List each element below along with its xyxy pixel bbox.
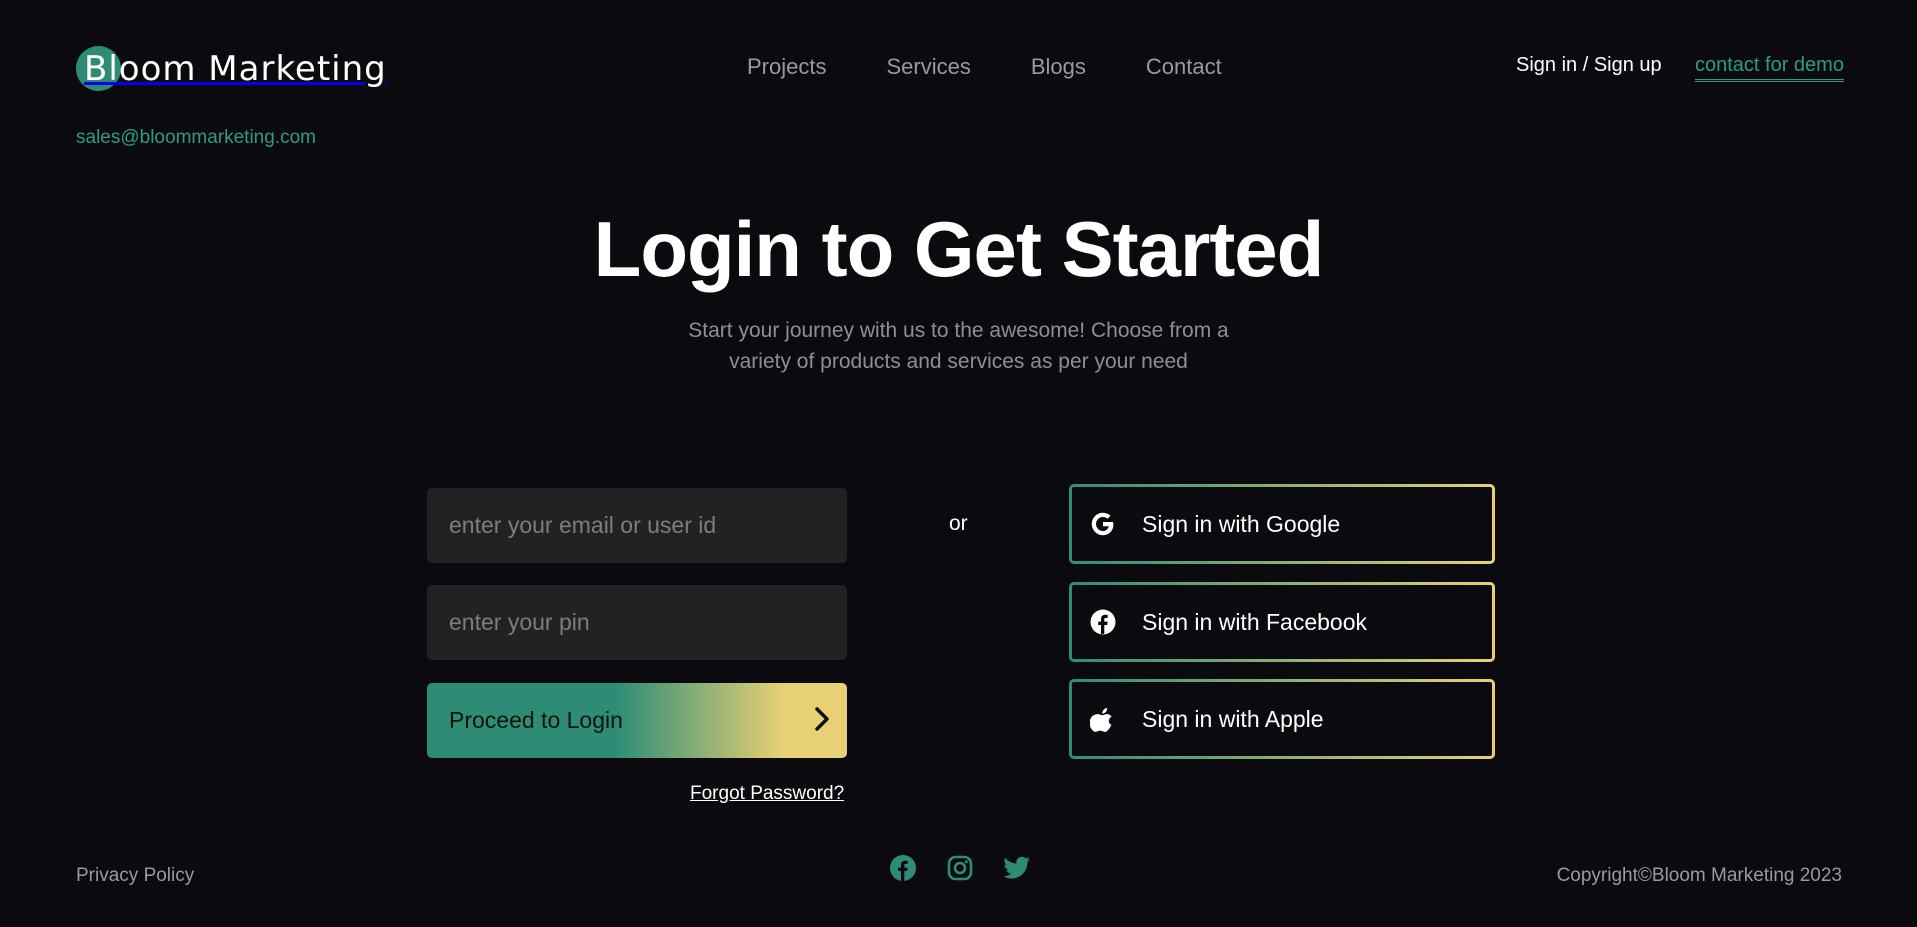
apple-signin-button[interactable]: Sign in with Apple bbox=[1069, 679, 1495, 759]
privacy-policy-link[interactable]: Privacy Policy bbox=[76, 865, 194, 887]
subtitle-line-1: Start your journey with us to the awesom… bbox=[688, 319, 1229, 342]
page-title: Login to Get Started bbox=[593, 205, 1325, 293]
logo-text: Bloom Marketing bbox=[84, 49, 387, 89]
twitter-icon[interactable] bbox=[1002, 853, 1032, 883]
google-signin-button[interactable]: Sign in with Google bbox=[1069, 484, 1495, 564]
proceed-label: Proceed to Login bbox=[449, 707, 623, 733]
subtitle-line-2: variety of products and services as per … bbox=[729, 350, 1188, 373]
pin-field[interactable] bbox=[427, 585, 847, 660]
instagram-icon[interactable] bbox=[945, 853, 975, 883]
facebook-icon bbox=[1088, 607, 1118, 637]
apple-icon bbox=[1088, 704, 1118, 734]
contact-email-link[interactable]: sales@bloommarketing.com bbox=[76, 127, 316, 149]
or-divider: or bbox=[949, 512, 968, 535]
facebook-icon[interactable] bbox=[888, 853, 918, 883]
google-signin-label: Sign in with Google bbox=[1142, 510, 1341, 537]
page-subtitle: Start your journey with us to the awesom… bbox=[0, 315, 1917, 377]
email-field[interactable] bbox=[427, 488, 847, 563]
google-icon bbox=[1088, 509, 1118, 539]
nav-item-services[interactable]: Services bbox=[886, 54, 970, 80]
forgot-password-link[interactable]: Forgot Password? bbox=[690, 783, 844, 805]
nav-item-blogs[interactable]: Blogs bbox=[1031, 54, 1086, 80]
apple-signin-label: Sign in with Apple bbox=[1142, 705, 1324, 732]
brand-logo[interactable]: Bloom Marketing bbox=[76, 46, 387, 92]
copyright-text: Copyright©Bloom Marketing 2023 bbox=[1556, 865, 1842, 886]
contact-for-demo-link[interactable]: contact for demo bbox=[1695, 54, 1844, 82]
main-nav: Projects Services Blogs Contact bbox=[747, 54, 1222, 80]
facebook-signin-button[interactable]: Sign in with Facebook bbox=[1069, 582, 1495, 662]
footer-social-links bbox=[888, 853, 1032, 883]
nav-item-projects[interactable]: Projects bbox=[747, 54, 826, 80]
chevron-right-icon bbox=[811, 706, 833, 735]
facebook-signin-label: Sign in with Facebook bbox=[1142, 608, 1368, 635]
nav-item-contact[interactable]: Contact bbox=[1146, 54, 1222, 80]
proceed-to-login-button[interactable]: Proceed to Login bbox=[427, 683, 847, 758]
signin-signup-link[interactable]: Sign in / Sign up bbox=[1516, 54, 1662, 77]
